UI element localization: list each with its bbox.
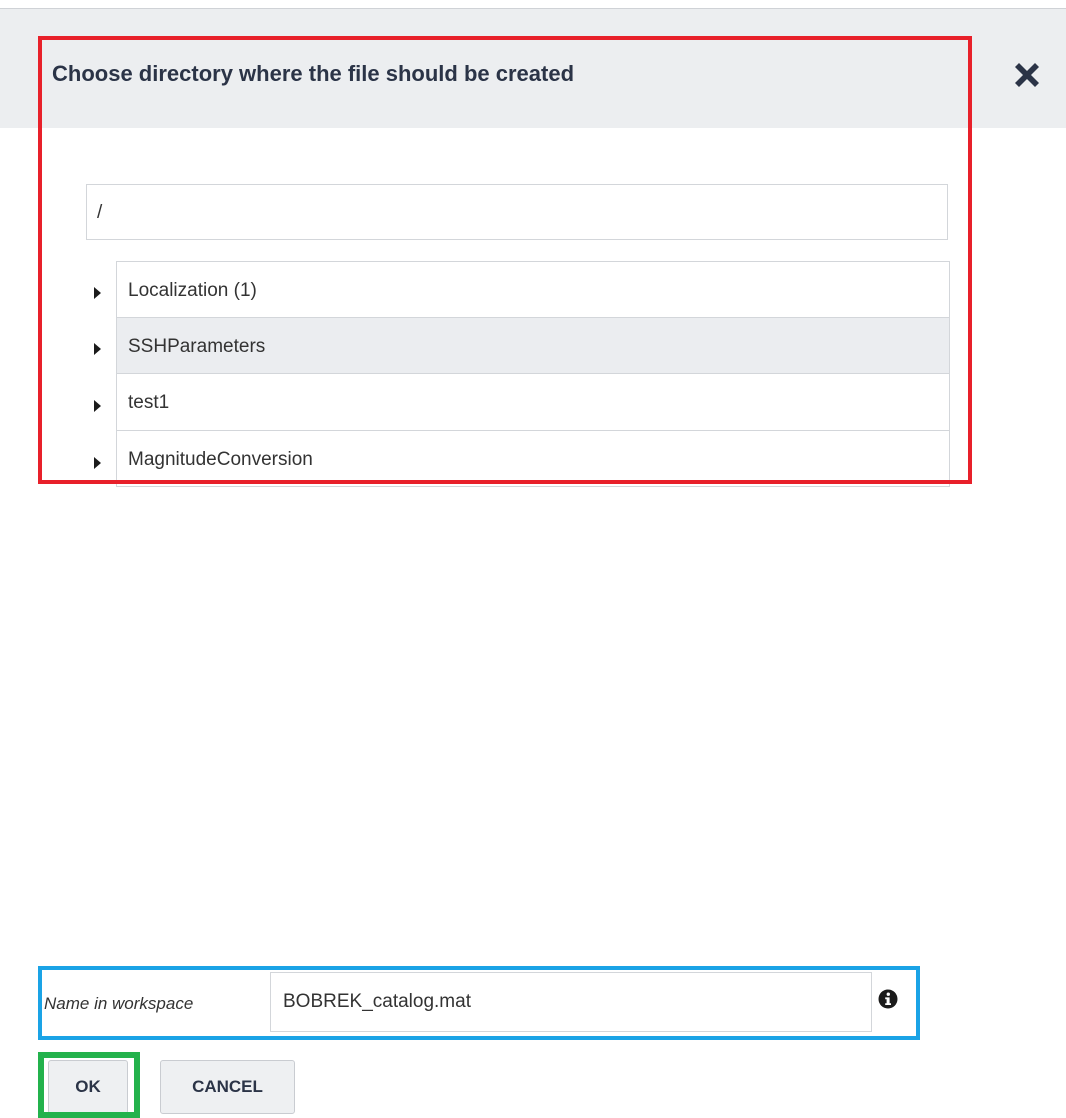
tree-item-label: Localization (1) <box>128 280 257 301</box>
dialog-title: Choose directory where the file should b… <box>52 61 575 86</box>
tree-item-localization[interactable]: Localization (1) <box>116 261 950 319</box>
ok-button[interactable]: OK <box>48 1060 128 1114</box>
path-field[interactable]: / <box>86 184 948 240</box>
caret-right-icon[interactable] <box>93 286 102 300</box>
caret-right-icon[interactable] <box>93 456 102 470</box>
tree-item-label: test1 <box>128 392 170 413</box>
tree-item-sshparameters[interactable]: SSHParameters <box>116 317 950 375</box>
close-icon[interactable] <box>1010 58 1044 92</box>
workspace-name-input[interactable] <box>270 972 872 1032</box>
cancel-button[interactable]: CANCEL <box>160 1060 295 1114</box>
path-value: / <box>97 202 103 223</box>
caret-right-icon[interactable] <box>93 399 102 413</box>
tree-item-magnitudeconversion[interactable]: MagnitudeConversion <box>116 430 950 487</box>
caret-right-icon[interactable] <box>93 342 102 356</box>
info-icon[interactable] <box>878 989 898 1009</box>
workspace-name-label: Name in workspace <box>44 994 194 1013</box>
tree-item-label: MagnitudeConversion <box>128 449 313 470</box>
tree-item-label: SSHParameters <box>128 336 266 357</box>
tree-item-test1[interactable]: test1 <box>116 373 950 431</box>
